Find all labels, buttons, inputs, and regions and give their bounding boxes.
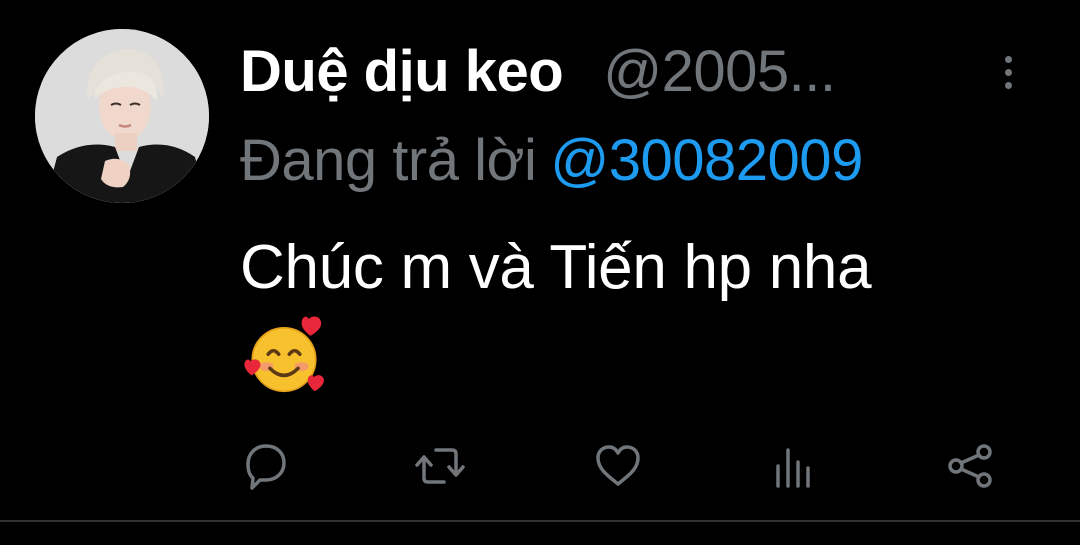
analytics-icon[interactable] xyxy=(766,438,822,494)
tweet-text: Chúc m và Tiến hp nha xyxy=(240,233,872,302)
user-handle[interactable]: @2005... xyxy=(603,38,836,105)
avatar[interactable] xyxy=(35,29,209,203)
retweet-icon[interactable] xyxy=(412,438,468,494)
replying-to-label: Đang trả lời xyxy=(240,128,537,193)
share-icon[interactable] xyxy=(942,438,998,494)
tweet[interactable]: Duệ dịu keo @2005... Đang trả lời @300820… xyxy=(0,0,1080,545)
display-name[interactable]: Duệ dịu keo xyxy=(240,38,564,105)
tweet-actions-bar xyxy=(0,438,1080,498)
more-options-icon[interactable] xyxy=(998,56,1018,96)
avatar-image xyxy=(35,29,209,203)
tweet-header: Duệ dịu keo @2005... xyxy=(240,38,836,118)
reply-icon[interactable] xyxy=(238,438,294,494)
smiling-face-with-hearts-icon xyxy=(240,312,328,400)
replying-to-mention[interactable]: @30082009 xyxy=(550,128,863,193)
heart-icon[interactable] xyxy=(590,438,646,494)
replying-to-line: Đang trả lời @30082009 xyxy=(240,127,863,194)
divider xyxy=(0,520,1080,522)
